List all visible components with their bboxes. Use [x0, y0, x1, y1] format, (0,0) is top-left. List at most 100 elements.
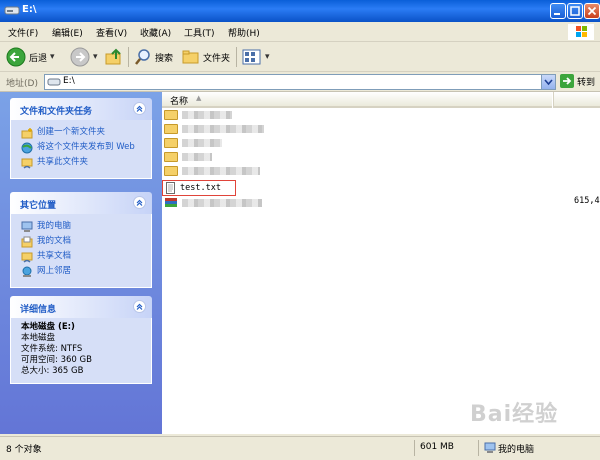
other-places-body: 我的电脑 我的文档 共享文档 网上邻居	[10, 214, 152, 288]
place-network[interactable]: 网上邻居	[21, 266, 145, 278]
toolbar: 后退 ▾ ▾ 搜索 文件夹 ▾	[0, 42, 600, 72]
back-arrow-icon	[6, 47, 26, 67]
maximize-button[interactable]	[567, 3, 583, 19]
list-item[interactable]	[164, 136, 222, 150]
column-header-size[interactable]	[553, 92, 600, 108]
folder-icon	[164, 124, 178, 134]
place-shared-documents[interactable]: 共享文档	[21, 251, 145, 263]
back-dropdown-icon[interactable]: ▾	[50, 52, 55, 62]
blurred-filename	[182, 139, 222, 147]
list-item[interactable]	[164, 196, 262, 210]
my-documents-icon	[21, 236, 33, 248]
shared-documents-icon	[21, 252, 33, 263]
place-my-documents[interactable]: 我的文档	[21, 236, 145, 248]
collapse-button[interactable]	[133, 102, 146, 115]
go-label: 转到	[577, 77, 596, 88]
highlighted-file-row[interactable]: test.txt	[162, 180, 236, 196]
task-pane: 文件和文件夹任务 创建一个新文件夹 将这个文件夹发布到 Web 共享此文件夹 其…	[0, 92, 162, 434]
task-new-folder[interactable]: 创建一个新文件夹	[21, 127, 145, 139]
sort-arrow-icon: ▲	[196, 94, 202, 102]
search-button[interactable]: 搜索	[134, 46, 173, 68]
list-item[interactable]	[164, 150, 212, 164]
views-button[interactable]: ▾	[242, 46, 270, 68]
file-name: test.txt	[180, 183, 221, 193]
close-icon	[587, 6, 597, 16]
explorer-window: E:\ 文件(F) 编辑(E) 查看(V) 收藏(A) 工具(T) 帮助(H) …	[0, 0, 600, 460]
task-publish-web[interactable]: 将这个文件夹发布到 Web	[21, 142, 145, 154]
forward-button[interactable]: ▾	[70, 46, 98, 68]
menu-favorites[interactable]: 收藏(A)	[140, 26, 171, 39]
my-computer-icon	[484, 442, 496, 453]
status-separator	[414, 440, 415, 456]
menu-file[interactable]: 文件(F)	[8, 26, 38, 39]
globe-icon	[21, 142, 33, 154]
chevron-up-icon	[136, 199, 143, 206]
network-icon	[22, 266, 32, 277]
folders-button[interactable]: 文件夹	[182, 46, 230, 68]
forward-dropdown-icon[interactable]: ▾	[93, 52, 98, 62]
blurred-filename	[182, 199, 262, 207]
collapse-button[interactable]	[133, 300, 146, 313]
search-label: 搜索	[155, 53, 174, 64]
menu-help[interactable]: 帮助(H)	[228, 26, 260, 39]
status-separator	[478, 440, 479, 456]
blurred-filename	[182, 125, 264, 133]
address-dropdown-button[interactable]	[541, 75, 555, 89]
file-size-value: 615,46	[574, 196, 600, 206]
file-system: 文件系统: NTFS	[21, 344, 83, 354]
other-places-header[interactable]: 其它位置	[10, 192, 152, 214]
other-places-title: 其它位置	[20, 201, 57, 211]
chevron-up-icon	[136, 105, 143, 112]
details-title: 详细信息	[20, 305, 57, 315]
up-folder-button[interactable]	[104, 46, 124, 68]
toolbar-separator	[128, 47, 129, 67]
object-count: 8 个对象	[6, 445, 42, 455]
blurred-filename	[182, 153, 212, 161]
list-item[interactable]	[164, 108, 232, 122]
toolbar-separator	[236, 47, 237, 67]
chevron-down-icon	[544, 79, 553, 86]
status-bar: 8 个对象 601 MB 我的电脑	[0, 436, 600, 460]
go-button[interactable]: 转到	[560, 74, 595, 88]
file-tasks-body: 创建一个新文件夹 将这个文件夹发布到 Web 共享此文件夹	[10, 120, 152, 179]
details-header[interactable]: 详细信息	[10, 296, 152, 318]
forward-arrow-icon	[70, 47, 90, 67]
views-dropdown-icon[interactable]: ▾	[265, 52, 270, 62]
chevron-up-icon	[136, 303, 143, 310]
my-computer-icon	[21, 221, 33, 232]
drive-type: 本地磁盘	[21, 333, 56, 343]
list-item[interactable]	[164, 164, 260, 178]
column-header-name[interactable]: 名称 ▲	[162, 92, 552, 108]
total-size-status: 601 MB	[420, 442, 454, 452]
folders-icon	[182, 50, 199, 64]
task-share-folder[interactable]: 共享此文件夹	[21, 157, 145, 169]
other-places-panel: 其它位置 我的电脑 我的文档 共享文档 网上邻居	[10, 192, 152, 288]
up-folder-icon	[105, 48, 121, 65]
address-value: E:\	[63, 76, 75, 86]
maximize-icon	[570, 6, 580, 16]
collapse-button[interactable]	[133, 196, 146, 209]
views-icon	[242, 49, 261, 65]
title-bar[interactable]: E:\	[0, 0, 600, 22]
free-space: 可用空间: 360 GB	[21, 355, 92, 365]
file-tasks-title: 文件和文件夹任务	[20, 107, 93, 117]
list-item[interactable]	[164, 122, 264, 136]
drive-icon	[4, 6, 20, 15]
minimize-icon	[554, 13, 560, 15]
file-tasks-panel: 文件和文件夹任务 创建一个新文件夹 将这个文件夹发布到 Web 共享此文件夹	[10, 98, 152, 179]
back-button[interactable]: 后退 ▾	[6, 46, 55, 68]
close-button[interactable]	[584, 3, 600, 19]
blurred-filename	[182, 111, 232, 119]
address-bar: 地址(D) E:\ 转到	[0, 72, 600, 92]
menu-view[interactable]: 查看(V)	[96, 26, 127, 39]
watermark: Bai经验	[470, 402, 559, 427]
minimize-button[interactable]	[550, 3, 566, 19]
window-title: E:\	[22, 4, 37, 15]
menu-edit[interactable]: 编辑(E)	[52, 26, 83, 39]
archive-icon	[165, 198, 177, 207]
folder-icon	[164, 138, 178, 148]
address-input[interactable]: E:\	[44, 74, 556, 90]
place-my-computer[interactable]: 我的电脑	[21, 221, 145, 233]
menu-tools[interactable]: 工具(T)	[184, 26, 215, 39]
file-tasks-header[interactable]: 文件和文件夹任务	[10, 98, 152, 120]
